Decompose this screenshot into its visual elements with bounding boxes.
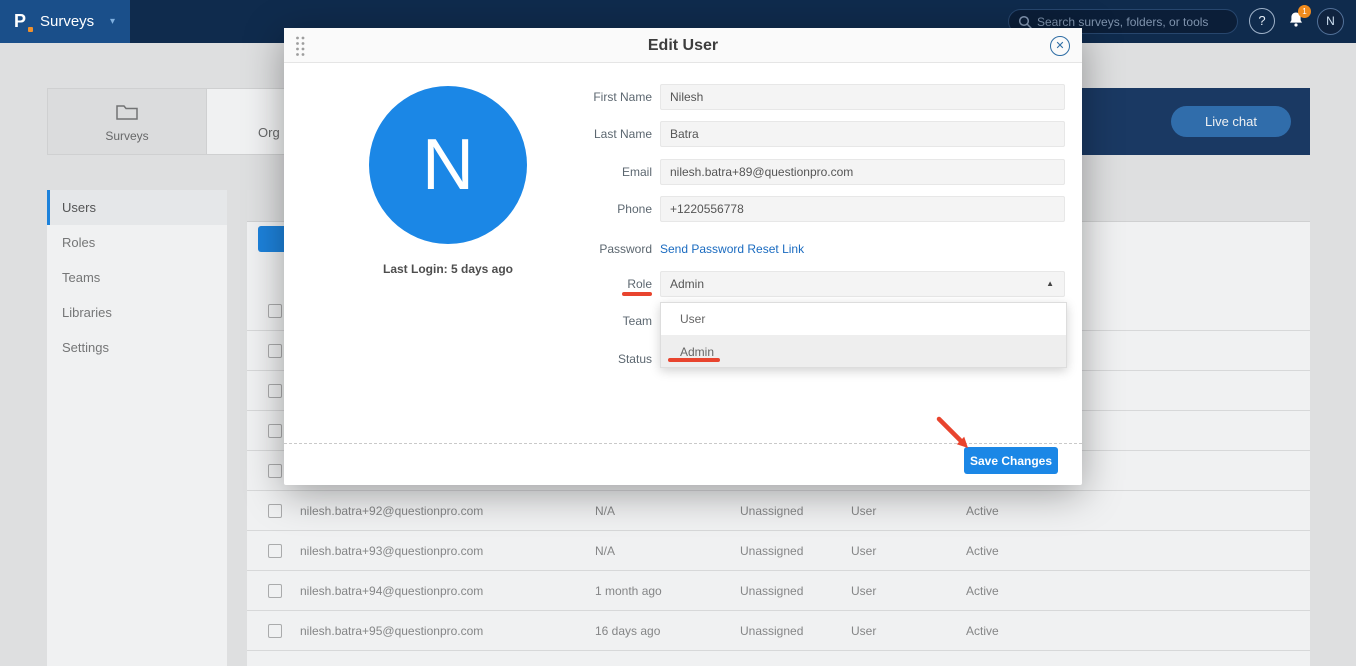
close-icon[interactable]: ✕: [1050, 36, 1070, 56]
password-label: Password: [514, 236, 652, 262]
last-name-row: Last Name: [284, 121, 1082, 147]
logo-accent-dot: [28, 27, 33, 32]
help-button[interactable]: ?: [1249, 8, 1275, 34]
modal-title: Edit User: [284, 28, 1082, 63]
annotation-save-arrow: [934, 414, 974, 454]
email-label: Email: [514, 159, 652, 185]
edit-user-modal: Edit User ✕ N Last Login: 5 days ago Fir…: [284, 28, 1082, 485]
chevron-up-icon: ▲: [1046, 272, 1054, 296]
password-row: Password Send Password Reset Link: [284, 236, 1082, 262]
phone-label: Phone: [514, 196, 652, 222]
chevron-down-icon: ▾: [110, 0, 115, 43]
role-row: Role Admin ▲: [284, 271, 1082, 297]
phone-input[interactable]: [660, 196, 1065, 222]
password-reset-link[interactable]: Send Password Reset Link: [660, 236, 804, 262]
team-label: Team: [514, 308, 652, 334]
first-name-row: First Name: [284, 84, 1082, 110]
app-root: P Surveys ▾ ? 1 N Surveys: [0, 0, 1356, 666]
role-dropdown: User Admin: [660, 302, 1067, 368]
last-name-input[interactable]: [660, 121, 1065, 147]
status-label: Status: [514, 346, 652, 372]
user-avatar[interactable]: N: [1317, 8, 1344, 35]
first-name-label: First Name: [514, 84, 652, 110]
annotation-admin-underline: [668, 358, 720, 362]
role-select-value: Admin: [670, 277, 704, 291]
email-input[interactable]: [660, 159, 1065, 185]
phone-row: Phone: [284, 196, 1082, 222]
annotation-role-underline: [622, 292, 652, 296]
role-select[interactable]: Admin ▲: [660, 271, 1065, 297]
questionpro-logo-icon: P: [14, 0, 26, 43]
brand-menu[interactable]: P Surveys ▾: [0, 0, 130, 43]
brand-label: Surveys: [40, 0, 94, 43]
notification-badge: 1: [1298, 5, 1311, 18]
email-row: Email: [284, 159, 1082, 185]
role-option-user[interactable]: User: [661, 303, 1066, 335]
last-name-label: Last Name: [514, 121, 652, 147]
first-name-input[interactable]: [660, 84, 1065, 110]
save-changes-button[interactable]: Save Changes: [964, 447, 1058, 474]
role-option-admin[interactable]: Admin: [661, 335, 1066, 367]
modal-header: Edit User ✕: [284, 28, 1082, 63]
